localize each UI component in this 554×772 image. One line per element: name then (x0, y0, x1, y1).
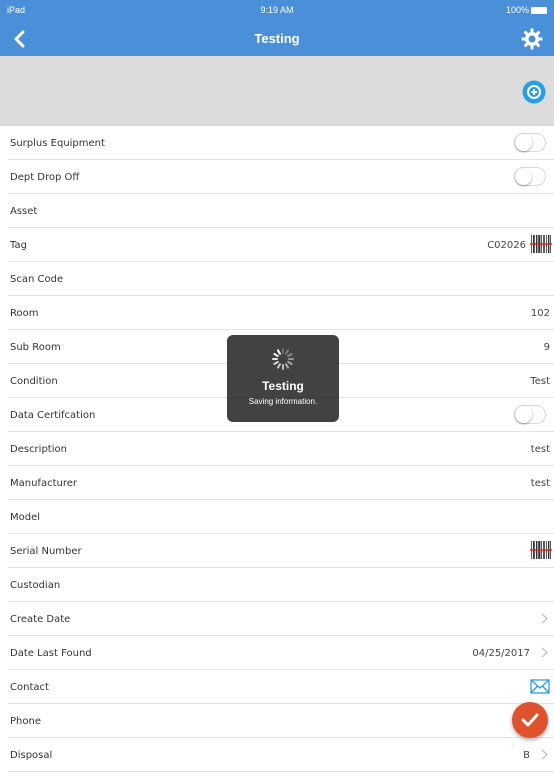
form-row-disposal[interactable]: Disposal B (8, 738, 554, 772)
row-label: Model (10, 512, 41, 523)
form-row-serial-number: Serial Number (8, 534, 554, 568)
chevron-right-icon (541, 613, 548, 624)
row-label: Tag (10, 240, 27, 251)
status-bar: iPad 9:19 AM 100% (0, 0, 554, 22)
row-label: Create Date (10, 614, 71, 625)
surplus-equipment-toggle[interactable] (514, 133, 546, 152)
form-row-phone: Phone (8, 704, 554, 738)
form-row-model: Model (8, 500, 554, 534)
form-row-surplus-equipment[interactable]: Surplus Equipment (8, 126, 554, 160)
form-row-create-date[interactable]: Create Date (8, 602, 554, 636)
chevron-right-icon (541, 749, 548, 760)
asset-form-list: Surplus Equipment Dept Drop Off Asset Tag C0… (0, 126, 554, 772)
row-label: Asset (10, 206, 38, 217)
condition-value: Test (530, 376, 550, 387)
battery-percent: 100% (505, 5, 529, 15)
form-row-description: Description test (8, 432, 554, 466)
page-title: Testing (254, 31, 300, 46)
row-label: Dept Drop Off (10, 172, 80, 183)
battery-status: 100% (506, 5, 547, 15)
saving-progress-hud: Testing Saving information. (227, 335, 339, 422)
gear-icon[interactable] (520, 27, 544, 51)
form-row-manufacturer: Manufacturer test (8, 466, 554, 500)
row-label: Phone (10, 716, 41, 727)
form-row-tag: Tag C02026 (8, 228, 554, 262)
row-label: Description (10, 444, 67, 455)
form-row-dept-drop-off[interactable]: Dept Drop Off (8, 160, 554, 194)
toggle-knob (515, 134, 532, 151)
row-label: Surplus Equipment (10, 138, 105, 149)
hud-message: Saving information. (248, 397, 318, 406)
form-row-custodian: Custodian (8, 568, 554, 602)
barcode-icon[interactable] (530, 540, 552, 560)
manufacturer-value: test (530, 478, 550, 489)
battery-icon (531, 6, 547, 14)
data-certifcation-toggle[interactable] (514, 405, 546, 424)
nav-bar: Testing (0, 22, 554, 56)
chevron-right-icon (541, 647, 548, 658)
status-time: 9:19 AM (260, 5, 294, 15)
checkmark-icon (521, 713, 539, 727)
mail-icon[interactable] (530, 678, 550, 695)
row-label: Scan Code (10, 274, 64, 285)
row-label: Date Last Found (10, 648, 92, 659)
row-label: Custodian (10, 580, 61, 591)
toggle-knob (515, 168, 532, 185)
barcode-icon[interactable] (530, 234, 552, 254)
hud-title: Testing (262, 379, 304, 393)
sub-room-value: 9 (543, 342, 550, 353)
header-banner (0, 56, 554, 126)
row-label: Condition (10, 376, 58, 387)
room-value: 102 (530, 308, 550, 319)
row-label: Manufacturer (10, 478, 77, 489)
row-label: Serial Number (10, 546, 82, 557)
save-button[interactable] (512, 702, 548, 738)
row-label: Room (10, 308, 39, 319)
row-label: Contact (10, 682, 49, 693)
form-row-asset: Asset (8, 194, 554, 228)
description-value: test (530, 444, 550, 455)
spinner-icon (272, 348, 294, 370)
form-row-contact: Contact (8, 670, 554, 704)
plus-circle-icon[interactable] (522, 80, 546, 104)
dept-drop-off-toggle[interactable] (514, 167, 546, 186)
tag-value: C02026 (487, 240, 526, 251)
form-row-room: Room 102 (8, 296, 554, 330)
row-label: Disposal (10, 750, 53, 761)
disposal-value: B (523, 750, 530, 761)
form-row-date-last-found[interactable]: Date Last Found 04/25/2017 (8, 636, 554, 670)
date-last-found-value: 04/25/2017 (472, 648, 530, 659)
row-label: Data Certifcation (10, 410, 96, 421)
form-row-scan-code: Scan Code (8, 262, 554, 296)
toggle-knob (515, 406, 532, 423)
row-label: Sub Room (10, 342, 61, 353)
